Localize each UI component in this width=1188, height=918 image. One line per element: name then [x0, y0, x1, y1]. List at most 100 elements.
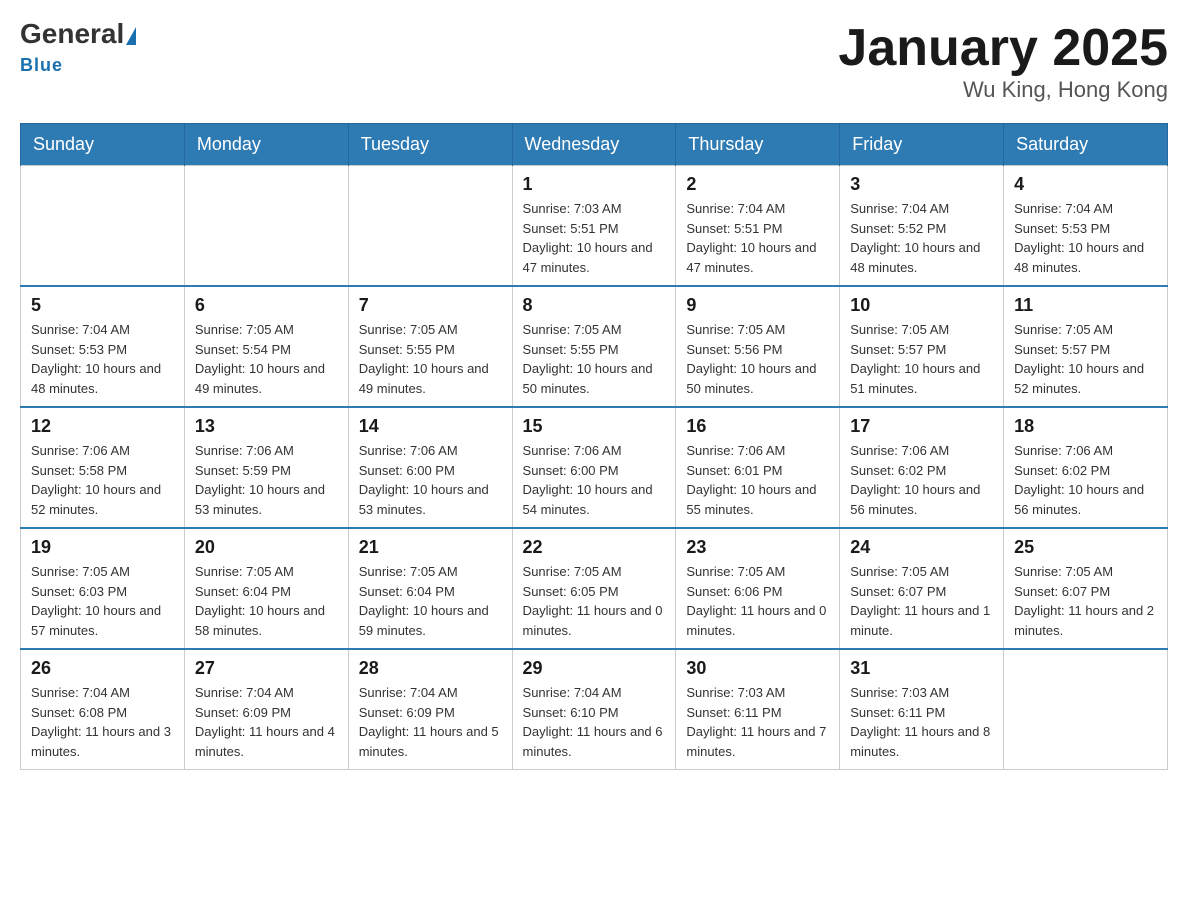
- day-info: Sunrise: 7:05 AM Sunset: 6:04 PM Dayligh…: [359, 562, 502, 640]
- day-number: 5: [31, 295, 174, 316]
- day-number: 28: [359, 658, 502, 679]
- day-info: Sunrise: 7:04 AM Sunset: 5:52 PM Dayligh…: [850, 199, 993, 277]
- column-header-tuesday: Tuesday: [348, 124, 512, 166]
- calendar-week-row: 19 Sunrise: 7:05 AM Sunset: 6:03 PM Dayli…: [21, 528, 1168, 649]
- day-number: 25: [1014, 537, 1157, 558]
- column-header-thursday: Thursday: [676, 124, 840, 166]
- day-number: 16: [686, 416, 829, 437]
- day-info: Sunrise: 7:05 AM Sunset: 5:55 PM Dayligh…: [359, 320, 502, 398]
- calendar-cell: 14 Sunrise: 7:06 AM Sunset: 6:00 PM Dayli…: [348, 407, 512, 528]
- calendar-cell: [348, 166, 512, 287]
- day-info: Sunrise: 7:05 AM Sunset: 5:57 PM Dayligh…: [1014, 320, 1157, 398]
- calendar-cell: 25 Sunrise: 7:05 AM Sunset: 6:07 PM Dayli…: [1004, 528, 1168, 649]
- day-info: Sunrise: 7:05 AM Sunset: 6:07 PM Dayligh…: [1014, 562, 1157, 640]
- calendar-cell: 26 Sunrise: 7:04 AM Sunset: 6:08 PM Dayli…: [21, 649, 185, 770]
- day-number: 7: [359, 295, 502, 316]
- day-number: 29: [523, 658, 666, 679]
- calendar-cell: 4Sunrise: 7:04 AM Sunset: 5:53 PM Daylig…: [1004, 166, 1168, 287]
- calendar-cell: 10Sunrise: 7:05 AM Sunset: 5:57 PM Dayli…: [840, 286, 1004, 407]
- calendar-cell: 13 Sunrise: 7:06 AM Sunset: 5:59 PM Dayli…: [184, 407, 348, 528]
- calendar-cell: 3 Sunrise: 7:04 AM Sunset: 5:52 PM Daylig…: [840, 166, 1004, 287]
- day-info: Sunrise: 7:06 AM Sunset: 6:01 PM Dayligh…: [686, 441, 829, 519]
- day-number: 17: [850, 416, 993, 437]
- calendar-cell: 18 Sunrise: 7:06 AM Sunset: 6:02 PM Dayli…: [1004, 407, 1168, 528]
- calendar-cell: 19 Sunrise: 7:05 AM Sunset: 6:03 PM Dayli…: [21, 528, 185, 649]
- logo-general: General: [20, 18, 124, 49]
- calendar-cell: 8Sunrise: 7:05 AM Sunset: 5:55 PM Daylig…: [512, 286, 676, 407]
- day-number: 12: [31, 416, 174, 437]
- day-number: 24: [850, 537, 993, 558]
- day-info: Sunrise: 7:04 AM Sunset: 6:09 PM Dayligh…: [359, 683, 502, 761]
- calendar-cell: 11Sunrise: 7:05 AM Sunset: 5:57 PM Dayli…: [1004, 286, 1168, 407]
- calendar-cell: 17Sunrise: 7:06 AM Sunset: 6:02 PM Dayli…: [840, 407, 1004, 528]
- day-number: 26: [31, 658, 174, 679]
- day-info: Sunrise: 7:04 AM Sunset: 6:10 PM Dayligh…: [523, 683, 666, 761]
- calendar-cell: 28 Sunrise: 7:04 AM Sunset: 6:09 PM Dayli…: [348, 649, 512, 770]
- day-number: 21: [359, 537, 502, 558]
- page-header: General Blue January 2025 Wu King, Hong …: [20, 20, 1168, 103]
- calendar-header-row: SundayMondayTuesdayWednesdayThursdayFrid…: [21, 124, 1168, 166]
- day-number: 19: [31, 537, 174, 558]
- day-info: Sunrise: 7:05 AM Sunset: 5:55 PM Dayligh…: [523, 320, 666, 398]
- day-info: Sunrise: 7:04 AM Sunset: 6:08 PM Dayligh…: [31, 683, 174, 761]
- column-header-monday: Monday: [184, 124, 348, 166]
- day-number: 3: [850, 174, 993, 195]
- day-info: Sunrise: 7:04 AM Sunset: 5:53 PM Dayligh…: [31, 320, 174, 398]
- calendar-cell: [184, 166, 348, 287]
- calendar-cell: 15 Sunrise: 7:06 AM Sunset: 6:00 PM Dayli…: [512, 407, 676, 528]
- calendar-cell: [1004, 649, 1168, 770]
- calendar-table: SundayMondayTuesdayWednesdayThursdayFrid…: [20, 123, 1168, 770]
- day-info: Sunrise: 7:06 AM Sunset: 5:58 PM Dayligh…: [31, 441, 174, 519]
- day-info: Sunrise: 7:03 AM Sunset: 6:11 PM Dayligh…: [850, 683, 993, 761]
- calendar-cell: 20Sunrise: 7:05 AM Sunset: 6:04 PM Dayli…: [184, 528, 348, 649]
- day-info: Sunrise: 7:05 AM Sunset: 6:03 PM Dayligh…: [31, 562, 174, 640]
- day-number: 4: [1014, 174, 1157, 195]
- logo-triangle-icon: [126, 27, 136, 45]
- calendar-cell: 31Sunrise: 7:03 AM Sunset: 6:11 PM Dayli…: [840, 649, 1004, 770]
- calendar-cell: 5 Sunrise: 7:04 AM Sunset: 5:53 PM Daylig…: [21, 286, 185, 407]
- calendar-cell: 29 Sunrise: 7:04 AM Sunset: 6:10 PM Dayli…: [512, 649, 676, 770]
- calendar-week-row: 5 Sunrise: 7:04 AM Sunset: 5:53 PM Daylig…: [21, 286, 1168, 407]
- calendar-week-row: 1 Sunrise: 7:03 AM Sunset: 5:51 PM Daylig…: [21, 166, 1168, 287]
- calendar-cell: 21 Sunrise: 7:05 AM Sunset: 6:04 PM Dayli…: [348, 528, 512, 649]
- day-info: Sunrise: 7:03 AM Sunset: 5:51 PM Dayligh…: [523, 199, 666, 277]
- calendar-cell: 22Sunrise: 7:05 AM Sunset: 6:05 PM Dayli…: [512, 528, 676, 649]
- calendar-cell: 23Sunrise: 7:05 AM Sunset: 6:06 PM Dayli…: [676, 528, 840, 649]
- day-number: 15: [523, 416, 666, 437]
- calendar-cell: 6Sunrise: 7:05 AM Sunset: 5:54 PM Daylig…: [184, 286, 348, 407]
- day-info: Sunrise: 7:06 AM Sunset: 6:02 PM Dayligh…: [1014, 441, 1157, 519]
- day-info: Sunrise: 7:05 AM Sunset: 5:54 PM Dayligh…: [195, 320, 338, 398]
- calendar-cell: 2Sunrise: 7:04 AM Sunset: 5:51 PM Daylig…: [676, 166, 840, 287]
- day-info: Sunrise: 7:06 AM Sunset: 6:00 PM Dayligh…: [523, 441, 666, 519]
- day-info: Sunrise: 7:05 AM Sunset: 6:05 PM Dayligh…: [523, 562, 666, 640]
- calendar-subtitle: Wu King, Hong Kong: [838, 77, 1168, 103]
- column-header-wednesday: Wednesday: [512, 124, 676, 166]
- day-info: Sunrise: 7:05 AM Sunset: 5:56 PM Dayligh…: [686, 320, 829, 398]
- day-info: Sunrise: 7:05 AM Sunset: 6:07 PM Dayligh…: [850, 562, 993, 640]
- day-info: Sunrise: 7:06 AM Sunset: 5:59 PM Dayligh…: [195, 441, 338, 519]
- calendar-cell: 24 Sunrise: 7:05 AM Sunset: 6:07 PM Dayli…: [840, 528, 1004, 649]
- day-number: 14: [359, 416, 502, 437]
- day-number: 23: [686, 537, 829, 558]
- calendar-cell: 12 Sunrise: 7:06 AM Sunset: 5:58 PM Dayli…: [21, 407, 185, 528]
- column-header-saturday: Saturday: [1004, 124, 1168, 166]
- calendar-cell: 9 Sunrise: 7:05 AM Sunset: 5:56 PM Daylig…: [676, 286, 840, 407]
- calendar-cell: [21, 166, 185, 287]
- day-info: Sunrise: 7:03 AM Sunset: 6:11 PM Dayligh…: [686, 683, 829, 761]
- calendar-cell: 27Sunrise: 7:04 AM Sunset: 6:09 PM Dayli…: [184, 649, 348, 770]
- day-info: Sunrise: 7:04 AM Sunset: 6:09 PM Dayligh…: [195, 683, 338, 761]
- day-number: 18: [1014, 416, 1157, 437]
- day-number: 13: [195, 416, 338, 437]
- calendar-cell: 30Sunrise: 7:03 AM Sunset: 6:11 PM Dayli…: [676, 649, 840, 770]
- calendar-week-row: 12 Sunrise: 7:06 AM Sunset: 5:58 PM Dayli…: [21, 407, 1168, 528]
- title-block: January 2025 Wu King, Hong Kong: [838, 20, 1168, 103]
- day-number: 10: [850, 295, 993, 316]
- day-info: Sunrise: 7:06 AM Sunset: 6:00 PM Dayligh…: [359, 441, 502, 519]
- calendar-cell: 7 Sunrise: 7:05 AM Sunset: 5:55 PM Daylig…: [348, 286, 512, 407]
- day-number: 2: [686, 174, 829, 195]
- day-number: 20: [195, 537, 338, 558]
- day-number: 1: [523, 174, 666, 195]
- logo: General Blue: [20, 20, 136, 76]
- calendar-week-row: 26 Sunrise: 7:04 AM Sunset: 6:08 PM Dayli…: [21, 649, 1168, 770]
- day-number: 9: [686, 295, 829, 316]
